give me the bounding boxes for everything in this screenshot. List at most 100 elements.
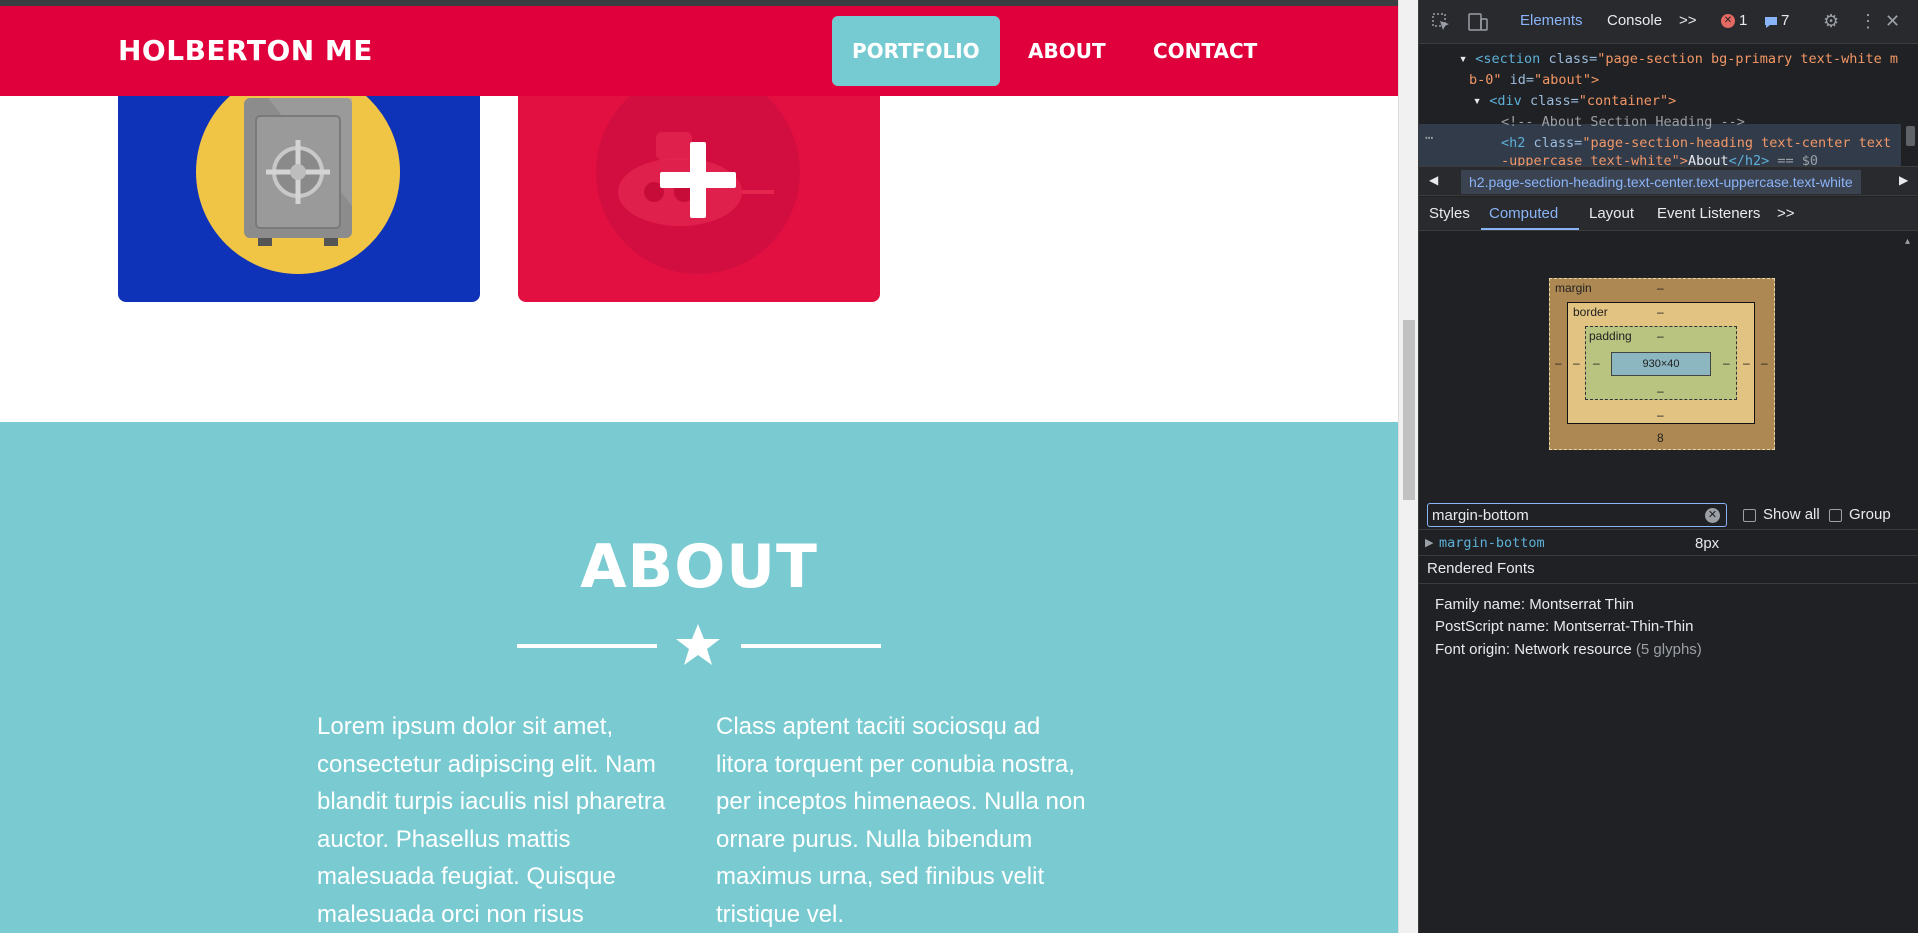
margin-bottom-value: 8: [1657, 431, 1664, 445]
dom-tag: <h2: [1501, 135, 1526, 151]
subtab-styles[interactable]: Styles: [1429, 205, 1470, 222]
padding-right-value: –: [1723, 356, 1730, 370]
computed-filter-input[interactable]: [1427, 503, 1727, 527]
group-label[interactable]: Group: [1849, 506, 1891, 523]
clear-filter-icon[interactable]: ✕: [1705, 508, 1720, 523]
devtools-toolbar: Elements Console >> ✕ 1 7 ⚙ ⋮ ✕: [1419, 0, 1918, 44]
computed-property-row[interactable]: ▶ margin-bottom 8px: [1419, 532, 1918, 556]
dom-attr-value: "page-section-heading text-center text: [1582, 135, 1892, 151]
border-label: border: [1573, 305, 1608, 319]
tab-elements[interactable]: Elements: [1520, 12, 1583, 29]
message-icon[interactable]: [1763, 14, 1779, 30]
star-icon: [676, 624, 720, 665]
font-origin: Font origin: Network resource (5 glyphs): [1435, 641, 1702, 658]
padding-left-value: –: [1593, 356, 1600, 370]
dom-tree: ▾ <section class="page-section bg-primar…: [1419, 44, 1918, 169]
error-icon[interactable]: ✕: [1721, 14, 1735, 28]
padding-label: padding: [1589, 329, 1632, 343]
dom-node-container[interactable]: ▾ <div class="container">: [1473, 91, 1676, 112]
border-bottom-value: –: [1657, 408, 1664, 422]
page-scrollbar-thumb[interactable]: [1403, 320, 1415, 500]
divider-line-left: [517, 644, 657, 648]
device-toolbar-icon[interactable]: [1467, 12, 1489, 32]
brand-link[interactable]: HOLBERTON ME: [118, 34, 373, 67]
breadcrumb-right-arrow-icon[interactable]: ▶: [1899, 173, 1908, 187]
group-checkbox[interactable]: [1829, 509, 1842, 522]
subtab-computed[interactable]: Computed: [1489, 205, 1558, 222]
error-count[interactable]: 1: [1739, 12, 1747, 29]
breadcrumb: ◀ h2.page-section-heading.text-center.te…: [1419, 166, 1918, 196]
dom-tree-scrollbar-thumb[interactable]: [1906, 126, 1915, 146]
kebab-menu-icon[interactable]: ⋮: [1859, 11, 1877, 32]
show-all-label[interactable]: Show all: [1763, 506, 1820, 523]
about-text-left: Lorem ipsum dolor sit amet, consectetur …: [317, 713, 666, 928]
font-origin-text: Font origin: Network resource: [1435, 641, 1632, 658]
dom-attr-value: b-0": [1469, 72, 1502, 88]
plus-icon-v: [690, 142, 706, 218]
dom-attr-value: "about">: [1534, 72, 1600, 88]
inspect-element-icon[interactable]: [1431, 12, 1451, 32]
border-left-value: –: [1573, 356, 1580, 370]
dom-attr-value: "container">: [1578, 93, 1677, 109]
settings-gear-icon[interactable]: ⚙: [1823, 11, 1839, 32]
dom-attr: class=: [1548, 51, 1598, 67]
portfolio-card-safe[interactable]: [118, 96, 480, 302]
dom-tag: <section: [1475, 51, 1541, 67]
dom-attr: class=: [1533, 135, 1583, 151]
safe-illustration: [196, 96, 400, 274]
panel-scroll-up-icon[interactable]: ▴: [1905, 236, 1910, 247]
box-model-diagram: 930×40 margin – – – 8 border – – – – pad…: [1549, 278, 1775, 450]
expand-triangle-icon[interactable]: ▾: [1473, 93, 1481, 109]
close-devtools-icon[interactable]: ✕: [1885, 11, 1900, 32]
dom-more-icon[interactable]: ⋯: [1425, 128, 1433, 149]
border-right-value: –: [1743, 356, 1750, 370]
padding-bottom-value: –: [1657, 384, 1664, 398]
expand-triangle-icon[interactable]: ▾: [1459, 51, 1467, 67]
dom-node-section[interactable]: ▾ <section class="page-section bg-primar…: [1459, 49, 1898, 70]
property-value: 8px: [1695, 535, 1720, 552]
page-viewport: HOLBERTON ME PORTFOLIO ABOUT CONTACT ABO…: [0, 0, 1398, 933]
rendered-fonts-header: Rendered Fonts: [1419, 556, 1918, 584]
expand-property-icon[interactable]: ▶: [1425, 536, 1433, 549]
more-tabs-button[interactable]: >>: [1679, 12, 1697, 29]
dom-node-section-cont[interactable]: b-0" id="about">: [1469, 70, 1599, 91]
subtab-layout[interactable]: Layout: [1589, 205, 1634, 222]
dom-attr-value: "page-section bg-primary text-white m: [1597, 51, 1898, 67]
portfolio-card-submarine[interactable]: [518, 96, 880, 302]
margin-label: margin: [1555, 281, 1592, 295]
font-postscript-name: PostScript name: Montserrat-Thin-Thin: [1435, 618, 1694, 635]
nav-link-contact[interactable]: CONTACT: [1133, 16, 1277, 86]
subtab-active-indicator: [1481, 228, 1579, 230]
padding-top-value: –: [1657, 329, 1664, 343]
margin-top-value: –: [1657, 281, 1664, 295]
font-glyph-count: (5 glyphs): [1635, 641, 1702, 658]
sidebar-subtabs: Styles Computed Layout Event Listeners >…: [1419, 197, 1918, 231]
dom-tag: <div: [1489, 93, 1522, 109]
about-heading: ABOUT: [580, 532, 818, 602]
message-count[interactable]: 7: [1781, 12, 1789, 29]
dom-tree-scrollbar[interactable]: [1901, 44, 1918, 162]
navbar: HOLBERTON ME PORTFOLIO ABOUT CONTACT: [0, 6, 1398, 96]
margin-left-value: –: [1555, 356, 1562, 370]
tab-console[interactable]: Console: [1607, 12, 1662, 29]
rendered-fonts-title: Rendered Fonts: [1427, 560, 1535, 577]
nav-link-about[interactable]: ABOUT: [1008, 16, 1126, 86]
margin-right-value: –: [1761, 356, 1768, 370]
nav-link-portfolio[interactable]: PORTFOLIO: [832, 16, 1000, 86]
subtab-more[interactable]: >>: [1777, 205, 1795, 222]
box-model-content[interactable]: 930×40: [1611, 352, 1711, 376]
dom-node-comment[interactable]: <!-- About Section Heading -->: [1501, 112, 1745, 133]
subtab-event-listeners[interactable]: Event Listeners: [1657, 205, 1760, 222]
border-top-value: –: [1657, 305, 1664, 319]
font-family-name: Family name: Montserrat Thin: [1435, 596, 1634, 613]
submarine-illustration: [596, 96, 800, 274]
dom-comment: <!-- About Section Heading -->: [1501, 114, 1745, 130]
about-text-right: Class aptent taciti sociosqu ad litora t…: [716, 713, 1086, 928]
breadcrumb-left-arrow-icon[interactable]: ◀: [1429, 173, 1438, 187]
page-scrollbar[interactable]: [1398, 0, 1418, 933]
devtools-panel: Elements Console >> ✕ 1 7 ⚙ ⋮ ✕ ▾ <secti…: [1418, 0, 1918, 933]
breadcrumb-item-h2[interactable]: h2.page-section-heading.text-center.text…: [1461, 170, 1861, 194]
show-all-checkbox[interactable]: [1743, 509, 1756, 522]
dom-attr: class=: [1529, 93, 1579, 109]
property-name: margin-bottom: [1439, 535, 1545, 551]
